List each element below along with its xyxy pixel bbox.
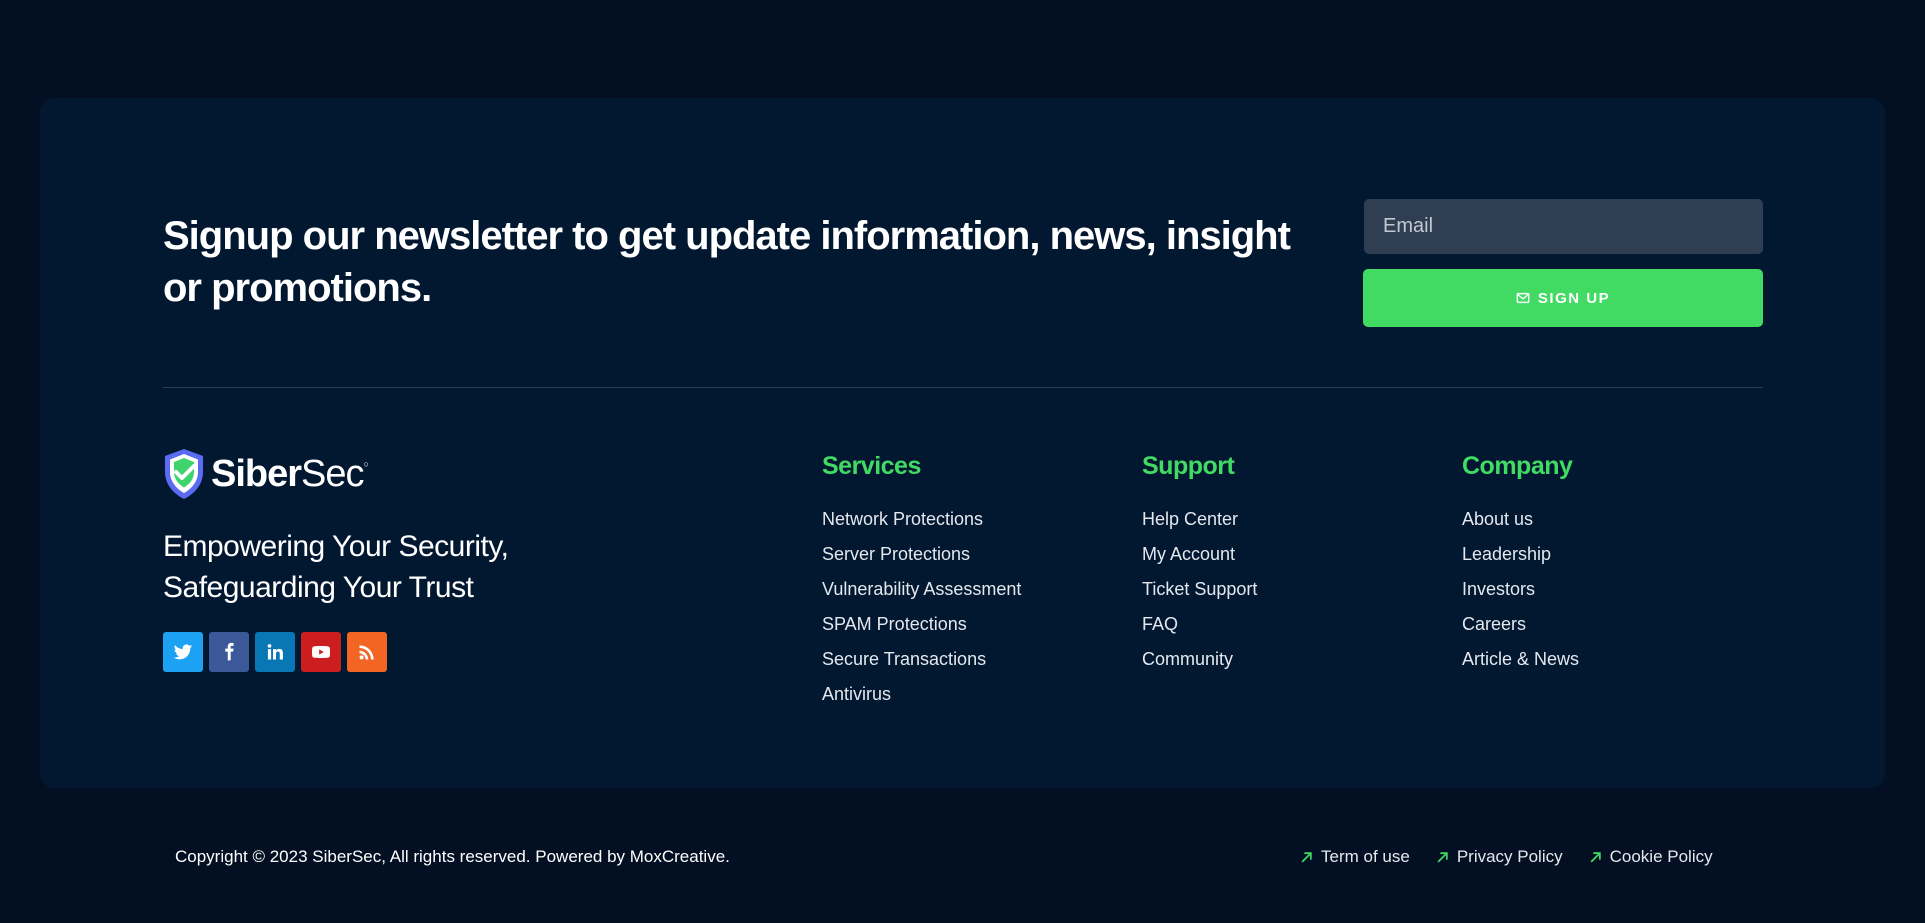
brand-wordmark: SiberSec○: [211, 452, 370, 496]
term-of-use-link[interactable]: Term of use: [1300, 847, 1410, 867]
services-link[interactable]: Secure Transactions: [822, 649, 986, 669]
brand-name-light: Sec: [301, 452, 364, 495]
company-link[interactable]: Leadership: [1462, 544, 1551, 564]
services-link[interactable]: SPAM Protections: [822, 614, 967, 634]
support-link[interactable]: My Account: [1142, 544, 1235, 564]
brand[interactable]: SiberSec○: [163, 448, 370, 500]
company-column: Company About us Leadership Investors Ca…: [1462, 452, 1579, 677]
mail-icon: [1516, 292, 1530, 304]
linkedin-link[interactable]: [255, 632, 295, 672]
services-link[interactable]: Server Protections: [822, 544, 970, 564]
support-list: Help Center My Account Ticket Support FA…: [1142, 502, 1257, 677]
signup-button[interactable]: SIGN UP: [1363, 269, 1763, 327]
cookie-policy-label: Cookie Policy: [1609, 847, 1713, 866]
rss-link[interactable]: [347, 632, 387, 672]
privacy-policy-link[interactable]: Privacy Policy: [1436, 847, 1563, 867]
copyright-text: Copyright © 2023 SiberSec, All rights re…: [175, 847, 730, 866]
company-list: About us Leadership Investors Careers Ar…: [1462, 502, 1579, 677]
youtube-icon: [312, 646, 330, 658]
footer-card: Signup our newsletter to get update info…: [40, 98, 1885, 788]
company-link[interactable]: Careers: [1462, 614, 1526, 634]
privacy-policy-label: Privacy Policy: [1456, 847, 1563, 866]
facebook-link[interactable]: [209, 632, 249, 672]
legal-links: Term of use Privacy Policy Cookie Policy: [1300, 847, 1713, 867]
company-title: Company: [1462, 452, 1573, 480]
newsletter-title: Signup our newsletter to get update info…: [163, 214, 1291, 310]
shield-logo-icon: [165, 449, 203, 499]
arrow-up-right-icon: [1590, 851, 1601, 862]
brand-name-bold: Siber: [211, 452, 302, 495]
youtube-link[interactable]: [301, 632, 341, 672]
services-link[interactable]: Antivirus: [822, 684, 891, 704]
brand-tagline: Empowering Your Security, Safeguarding Y…: [163, 530, 509, 604]
arrow-up-right-icon: [1437, 851, 1448, 862]
twitter-icon: [173, 644, 193, 660]
support-link[interactable]: Help Center: [1142, 509, 1238, 529]
support-link[interactable]: Community: [1142, 649, 1233, 669]
cookie-policy-link[interactable]: Cookie Policy: [1589, 847, 1713, 867]
services-title: Services: [822, 452, 921, 480]
support-link[interactable]: FAQ: [1142, 614, 1178, 634]
support-link[interactable]: Ticket Support: [1142, 579, 1257, 599]
divider: [163, 387, 1763, 388]
facebook-icon: [225, 642, 234, 661]
page: Signup our newsletter to get update info…: [0, 0, 1925, 923]
company-link[interactable]: About us: [1462, 509, 1533, 529]
arrow-up-right-icon: [1301, 851, 1312, 862]
company-link[interactable]: Article & News: [1462, 649, 1579, 669]
services-link[interactable]: Network Protections: [822, 509, 983, 529]
email-input[interactable]: [1364, 199, 1763, 254]
rss-icon: [359, 645, 374, 660]
twitter-link[interactable]: [163, 632, 203, 672]
company-link[interactable]: Investors: [1462, 579, 1535, 599]
services-list: Network Protections Server Protections V…: [822, 502, 1021, 712]
services-link[interactable]: Vulnerability Assessment: [822, 579, 1021, 599]
registered-mark-icon: ○: [363, 458, 370, 469]
signup-label: SIGN UP: [1537, 289, 1611, 307]
social-links: [163, 632, 387, 672]
services-column: Services Network Protections Server Prot…: [822, 452, 1021, 712]
term-of-use-label: Term of use: [1321, 847, 1410, 866]
support-title: Support: [1142, 452, 1235, 480]
support-column: Support Help Center My Account Ticket Su…: [1142, 452, 1257, 677]
linkedin-icon: [267, 644, 283, 660]
